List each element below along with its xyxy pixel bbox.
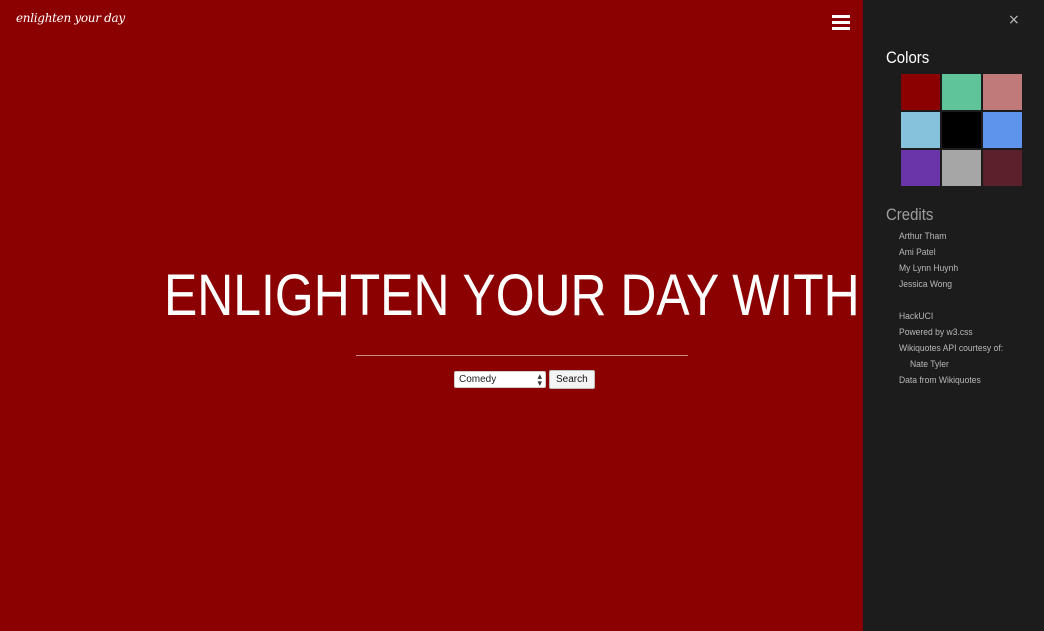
- credit-item: Ami Patel: [899, 247, 936, 258]
- menu-bar: [832, 27, 850, 30]
- category-select-value: Comedy: [459, 374, 497, 385]
- color-swatch[interactable]: [942, 112, 981, 148]
- color-swatch[interactable]: [901, 74, 940, 110]
- colors-title: Colors: [886, 48, 930, 67]
- category-select[interactable]: Comedy ▴ ▾: [454, 371, 546, 388]
- color-swatch[interactable]: [983, 150, 1022, 186]
- color-swatch[interactable]: [983, 74, 1022, 110]
- search-button[interactable]: Search: [549, 370, 595, 389]
- search-form: Comedy ▴ ▾ Search: [454, 370, 595, 389]
- credit-item: Wikiquotes API courtesy of:: [899, 343, 1004, 354]
- hero-title: ENLIGHTEN YOUR DAY WITH ..: [164, 263, 863, 328]
- credit-item: Arthur Tham: [899, 231, 947, 242]
- credits-title: Credits: [886, 205, 934, 224]
- main-panel: enlighten your day ENLIGHTEN YOUR DAY WI…: [0, 0, 863, 631]
- select-arrows-icon: ▴ ▾: [537, 371, 542, 388]
- color-swatches: [901, 74, 1022, 186]
- credit-item: My Lynn Huynh: [899, 263, 959, 274]
- credit-item: Nate Tyler: [910, 359, 949, 370]
- site-logo[interactable]: enlighten your day: [16, 11, 125, 25]
- color-swatch[interactable]: [942, 74, 981, 110]
- color-swatch[interactable]: [983, 112, 1022, 148]
- credit-item: HackUCI: [899, 311, 934, 322]
- credit-item: Powered by w3.css: [899, 327, 973, 338]
- page: enlighten your day ENLIGHTEN YOUR DAY WI…: [0, 0, 1044, 631]
- credit-item: Data from Wikiquotes: [899, 375, 981, 386]
- hamburger-icon[interactable]: [832, 15, 850, 31]
- color-swatch[interactable]: [901, 150, 940, 186]
- color-swatch[interactable]: [942, 150, 981, 186]
- menu-bar: [832, 21, 850, 24]
- color-swatch[interactable]: [901, 112, 940, 148]
- divider: [356, 355, 688, 356]
- credit-item: Jessica Wong: [899, 279, 953, 290]
- menu-bar: [832, 15, 850, 18]
- close-icon[interactable]: ×: [1008, 12, 1020, 28]
